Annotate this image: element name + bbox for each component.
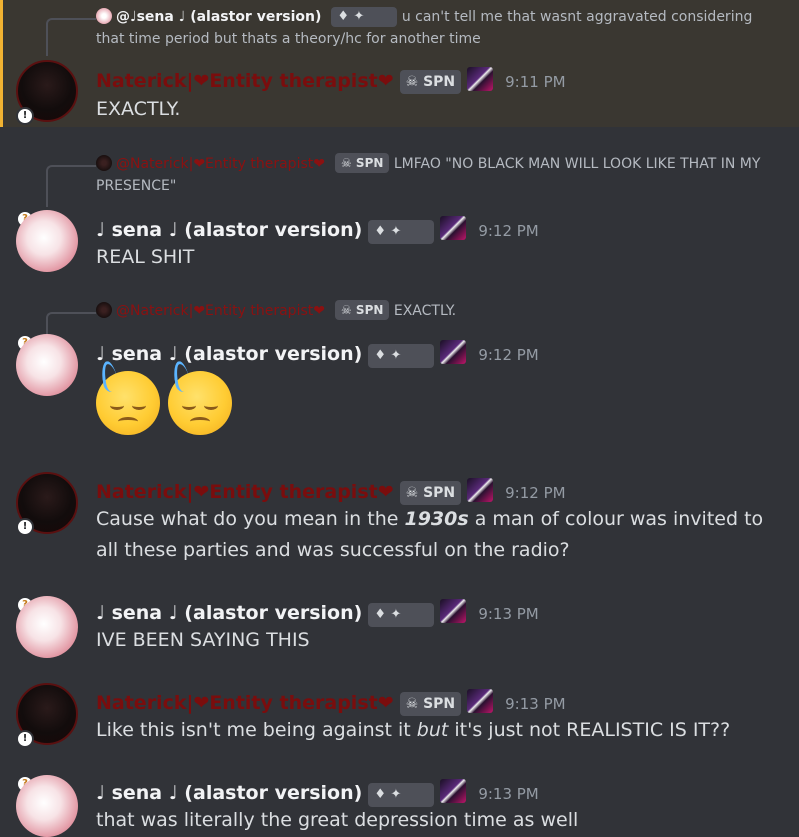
avatar[interactable]	[16, 596, 78, 658]
clan-tag: ☠ SPN	[399, 692, 462, 716]
message[interactable]: ! Naterick|❤Entity therapist❤ ☠ SPN 9:13 P…	[0, 680, 799, 750]
status-badge: !	[16, 730, 34, 748]
clan-tag: ☠ SPN	[399, 481, 462, 505]
reply-avatar	[96, 155, 112, 171]
gem-badge: ♦ ✦	[368, 344, 435, 368]
timestamp[interactable]: 9:12 PM	[478, 222, 538, 240]
author-name[interactable]: ♩ sena ♩ (alastor version)	[96, 219, 362, 241]
reply-connector	[46, 18, 96, 56]
message-content: Cause what do you mean in the 1930s a ma…	[96, 508, 764, 561]
clan-tag: ☠ SPN	[334, 153, 390, 173]
message-header: ♩ sena ♩ (alastor version) ♦ ✦ 9:13 PM	[96, 599, 539, 627]
message-content: EXACTLY.	[96, 98, 181, 120]
role-icon	[440, 779, 467, 803]
reply-text: EXACTLY.	[393, 303, 457, 319]
author-name[interactable]: ♩ sena ♩ (alastor version)	[96, 343, 362, 365]
timestamp[interactable]: 9:12 PM	[505, 484, 565, 502]
reply-preview[interactable]: @Naterick|❤Entity therapist❤ ☠ SPN LMFAO …	[96, 153, 779, 197]
role-icon	[467, 478, 494, 502]
message-header: Naterick|❤Entity therapist❤ ☠ SPN 9:11 PM	[96, 67, 566, 94]
message-content: that was literally the great depression …	[96, 809, 579, 831]
reply-author[interactable]: @Naterick|❤Entity therapist❤	[116, 156, 325, 172]
author-name[interactable]: ♩ sena ♩ (alastor version)	[96, 782, 362, 804]
gem-badge: ♦ ✦	[368, 783, 435, 807]
role-icon	[467, 689, 494, 713]
reply-preview[interactable]: @♩sena ♩ (alastor version) ♦ ✦ u can't te…	[96, 6, 779, 50]
message[interactable]: ? ♩ sena ♩ (alastor version)♦ ✦9:13 PM I…	[0, 590, 799, 660]
clan-tag: ☠ SPN	[334, 300, 390, 320]
message[interactable]: @♩sena ♩ (alastor version) ♦ ✦ u can't te…	[0, 0, 799, 127]
reply-avatar	[96, 302, 112, 318]
timestamp[interactable]: 9:13 PM	[505, 695, 565, 713]
sweat-smile-emoji[interactable]	[96, 359, 160, 435]
message-header: ♩ sena ♩ (alastor version) ♦ ✦ 9:12 PM	[96, 340, 539, 368]
role-icon	[440, 340, 467, 364]
message-content: Like this isn't me being against it but …	[96, 719, 731, 741]
role-icon	[440, 599, 467, 623]
avatar[interactable]	[16, 334, 78, 396]
avatar[interactable]	[16, 775, 78, 837]
timestamp[interactable]: 9:13 PM	[478, 785, 538, 803]
reply-author[interactable]: @♩sena ♩ (alastor version)	[116, 9, 321, 25]
reply-avatar	[96, 8, 112, 24]
message-content: REAL SHIT	[96, 246, 195, 268]
author-name[interactable]: Naterick|❤Entity therapist❤	[96, 481, 394, 503]
gem-badge: ♦ ✦	[368, 220, 435, 244]
timestamp[interactable]: 9:13 PM	[478, 605, 538, 623]
avatar[interactable]	[16, 210, 78, 272]
gem-badge: ♦ ✦	[368, 603, 435, 627]
reply-preview[interactable]: @Naterick|❤Entity therapist❤ ☠ SPN EXACTL…	[96, 300, 779, 322]
role-icon	[467, 67, 494, 91]
timestamp[interactable]: 9:12 PM	[478, 346, 538, 364]
message[interactable]: @Naterick|❤Entity therapist❤ ☠ SPN LMFAO …	[0, 150, 799, 275]
timestamp[interactable]: 9:11 PM	[505, 73, 565, 91]
message[interactable]: ! Naterick|❤Entity therapist❤ ☠ SPN 9:12 P…	[0, 468, 799, 568]
message[interactable]: @Naterick|❤Entity therapist❤ ☠ SPN EXACTL…	[0, 297, 799, 447]
message[interactable]: ? ♩ sena ♩ (alastor version)♦ ✦9:13 PM t…	[0, 770, 799, 837]
role-icon	[440, 216, 467, 240]
message-header: Naterick|❤Entity therapist❤ ☠ SPN 9:12 PM	[96, 478, 566, 505]
gem-badge: ♦ ✦	[331, 7, 398, 27]
status-badge: !	[16, 107, 34, 125]
clan-tag: ☠ SPN	[399, 70, 462, 94]
message-header: ♩ sena ♩ (alastor version) ♦ ✦ 9:13 PM	[96, 779, 539, 807]
sweat-smile-emoji[interactable]	[168, 359, 232, 435]
message-header: Naterick|❤Entity therapist❤ ☠ SPN 9:13 PM	[96, 689, 566, 716]
author-name[interactable]: Naterick|❤Entity therapist❤	[96, 70, 394, 92]
reply-author[interactable]: @Naterick|❤Entity therapist❤	[116, 303, 325, 319]
message-content: IVE BEEN SAYING THIS	[96, 629, 310, 651]
reply-connector	[46, 165, 96, 207]
author-name[interactable]: ♩ sena ♩ (alastor version)	[96, 602, 362, 624]
author-name[interactable]: Naterick|❤Entity therapist❤	[96, 692, 394, 714]
message-header: ♩ sena ♩ (alastor version) ♦ ✦ 9:12 PM	[96, 216, 539, 244]
status-badge: !	[16, 518, 34, 536]
message-content	[96, 359, 779, 445]
